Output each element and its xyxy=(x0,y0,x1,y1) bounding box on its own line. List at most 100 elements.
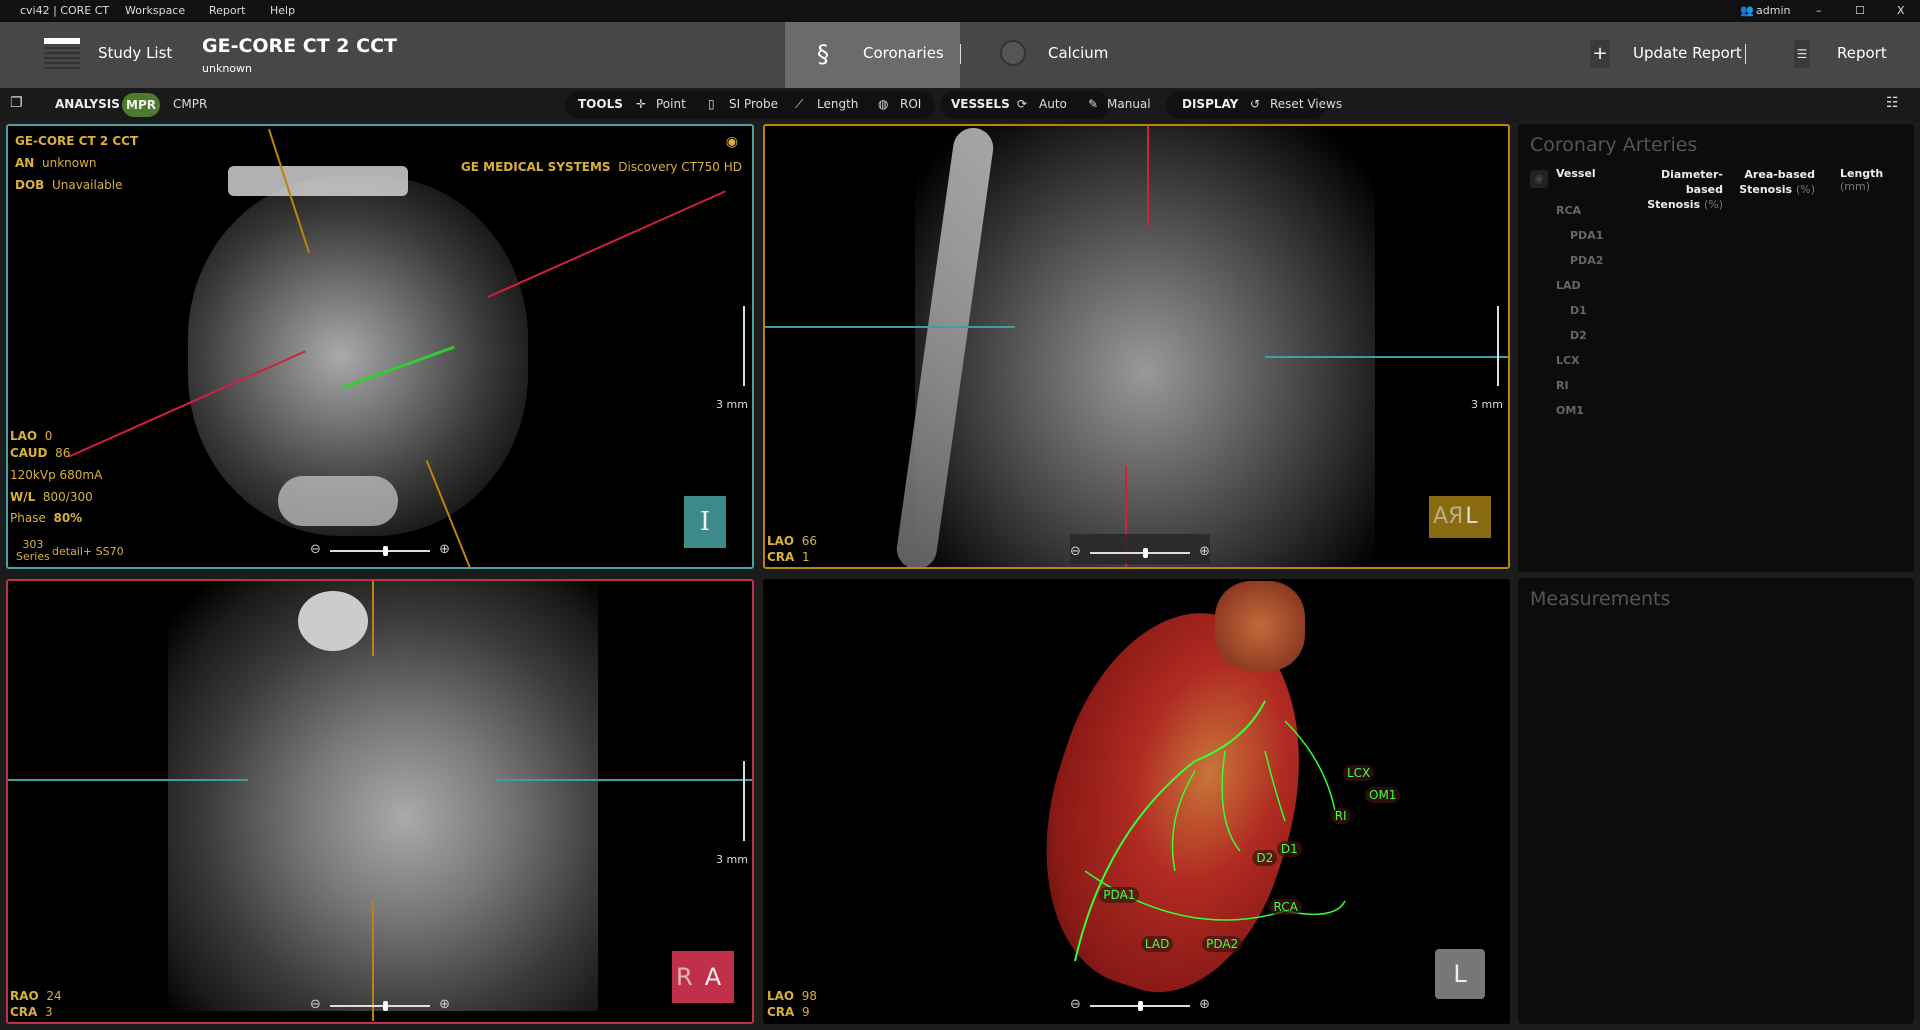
menu-help[interactable]: Help xyxy=(270,4,295,17)
roi-icon: ◍ xyxy=(878,97,888,111)
reset-icon: ↺ xyxy=(1250,97,1260,111)
reset-views-button[interactable]: Reset Views xyxy=(1270,97,1342,111)
menu-report[interactable]: Report xyxy=(209,4,245,17)
menu-bar: cvi42 | CORE CT Workspace Report Help 👥 … xyxy=(0,0,1920,22)
vessel-row-lad[interactable]: LAD xyxy=(1556,279,1581,292)
viewport-axial[interactable]: GE-CORE CT 2 CCT AN unknown DOB Unavaila… xyxy=(6,124,754,569)
plus-icon: + xyxy=(1590,40,1610,68)
cra-label: CRA xyxy=(767,550,794,564)
series-description: detail+ SS70 xyxy=(52,545,124,558)
scale-bar xyxy=(743,761,745,841)
vessel-row-pda1[interactable]: PDA1 xyxy=(1570,229,1603,242)
manufacturer: GE MEDICAL SYSTEMS xyxy=(461,160,611,174)
crosshair-icon: ✛ xyxy=(636,97,646,111)
vessel-label-rca[interactable]: RCA xyxy=(1269,899,1301,915)
zoom-slider-knob[interactable] xyxy=(383,1001,388,1011)
eye-icon[interactable]: ◉ xyxy=(726,134,738,150)
zoom-slider-knob[interactable] xyxy=(1138,1001,1143,1011)
vessel-row-d1[interactable]: D1 xyxy=(1570,304,1587,317)
vessel-label-pda2[interactable]: PDA2 xyxy=(1202,936,1242,952)
orientation-cube[interactable]: L xyxy=(1435,949,1485,999)
zoom-slider[interactable]: ⊖⊕ xyxy=(1070,544,1210,562)
vessel-row-rca[interactable]: RCA xyxy=(1556,204,1581,217)
vessel-label-d1[interactable]: D1 xyxy=(1277,841,1302,857)
viewport-coronal[interactable]: RAO 24 CRA 3 3 mm RA ⊖⊕ xyxy=(6,579,754,1024)
zoom-slider[interactable]: ⊖⊕ xyxy=(1070,997,1210,1015)
wl-label: W/L xyxy=(10,490,35,504)
cmpr-button[interactable]: CMPR xyxy=(173,97,207,111)
study-list-icon[interactable] xyxy=(44,38,80,72)
vessel-label-d2[interactable]: D2 xyxy=(1252,850,1277,866)
cra-value: 1 xyxy=(802,550,810,564)
orientation-cube[interactable]: RA xyxy=(672,951,734,1003)
minimize-button[interactable]: – xyxy=(1816,4,1822,17)
zoom-slider-knob[interactable] xyxy=(1143,548,1148,558)
panel-title: Coronary Arteries xyxy=(1530,134,1697,156)
tab-calcium[interactable]: Calcium xyxy=(1000,32,1150,78)
vessel-label-lad[interactable]: LAD xyxy=(1141,936,1173,952)
vessel-row-lcx[interactable]: LCX xyxy=(1556,354,1580,367)
user-name[interactable]: admin xyxy=(1756,4,1790,17)
vessel-row-pda2[interactable]: PDA2 xyxy=(1570,254,1603,267)
roi-tool[interactable]: ROI xyxy=(900,97,921,111)
vessel-label-ri[interactable]: RI xyxy=(1331,808,1351,824)
aorta-image xyxy=(298,591,368,651)
crosshair-line-red xyxy=(1147,126,1149,226)
orientation-cube[interactable]: AЯL xyxy=(1429,496,1491,538)
zoom-slider[interactable]: ⊖⊕ xyxy=(310,542,450,560)
viewport-3d[interactable]: LCXOM1RID1D2PDA1RCALADPDA2 LAO 98 CRA 9 … xyxy=(763,579,1510,1024)
phase-label: Phase xyxy=(10,511,46,525)
column-diameter-stenosis: Diameter-basedStenosis (%) xyxy=(1633,167,1723,212)
lao-value: 66 xyxy=(802,534,817,548)
vessel-label-lcx[interactable]: LCX xyxy=(1343,765,1374,781)
vessel-row-om1[interactable]: OM1 xyxy=(1556,404,1584,417)
report-button[interactable]: Report xyxy=(1837,44,1887,62)
auto-icon: ⟳ xyxy=(1017,97,1027,111)
measurements-panel: Measurements xyxy=(1518,578,1914,1024)
lao-label: LAO xyxy=(767,989,794,1003)
tab-coronaries[interactable]: § Coronaries xyxy=(785,22,960,88)
mpr-button[interactable]: MPR xyxy=(122,93,160,117)
settings-sliders-icon[interactable]: ☷ xyxy=(1886,95,1899,111)
cra-label: CRA xyxy=(10,1005,37,1019)
scale-label: 3 mm xyxy=(716,398,748,411)
visibility-toggle-eye-icon[interactable]: ◉ xyxy=(1530,170,1548,188)
study-title-overlay: GE-CORE CT 2 CCT xyxy=(15,134,138,148)
zoom-slider-knob[interactable] xyxy=(383,546,388,556)
auto-button[interactable]: Auto xyxy=(1039,97,1067,111)
study-list-button[interactable]: Study List xyxy=(98,44,172,62)
zoom-out-icon: ⊖ xyxy=(1070,997,1081,1012)
manual-button[interactable]: Manual xyxy=(1107,97,1151,111)
length-tool[interactable]: Length xyxy=(817,97,858,111)
menu-workspace[interactable]: Workspace xyxy=(125,4,185,17)
orientation-front: L xyxy=(1465,504,1477,529)
zoom-slider[interactable]: ⊖⊕ xyxy=(310,997,450,1015)
an-value: unknown xyxy=(42,156,97,170)
maximize-button[interactable]: ☐ xyxy=(1855,4,1865,17)
ruler-icon: ⟋ xyxy=(795,97,803,112)
close-button[interactable]: X xyxy=(1897,4,1905,17)
app-header: Study List GE-CORE CT 2 CCT unknown § Co… xyxy=(0,22,1920,88)
app-name: cvi42 | CORE CT xyxy=(20,4,109,17)
calcium-icon xyxy=(1000,40,1026,66)
kvp-ma: 120kVp 680mA xyxy=(10,468,102,482)
update-report-button[interactable]: Update Report xyxy=(1633,44,1742,62)
sternum-image xyxy=(228,166,408,196)
rao-label: RAO xyxy=(10,989,39,1003)
column-vessel: Vessel xyxy=(1556,167,1596,180)
vessel-row-d2[interactable]: D2 xyxy=(1570,329,1587,342)
vessel-label-pda1[interactable]: PDA1 xyxy=(1099,887,1139,903)
ct-image xyxy=(168,581,598,1011)
vessels-label: VESSELS xyxy=(951,97,1010,111)
zoom-out-icon: ⊖ xyxy=(310,997,321,1012)
si-probe-tool[interactable]: SI Probe xyxy=(729,97,778,111)
viewport-sagittal[interactable]: LAO 66 CRA 1 3 mm AЯL ⊖⊕ xyxy=(763,124,1510,569)
orientation-cube[interactable]: I xyxy=(684,496,726,548)
vessel-label-om1[interactable]: OM1 xyxy=(1365,787,1400,803)
point-tool[interactable]: Point xyxy=(656,97,686,111)
layout-icon[interactable]: ❐ xyxy=(10,95,23,111)
scale-label: 3 mm xyxy=(1471,398,1503,411)
cra-label: CRA xyxy=(767,1005,794,1019)
lao-label: LAO xyxy=(10,429,37,443)
vessel-row-ri[interactable]: RI xyxy=(1556,379,1569,392)
